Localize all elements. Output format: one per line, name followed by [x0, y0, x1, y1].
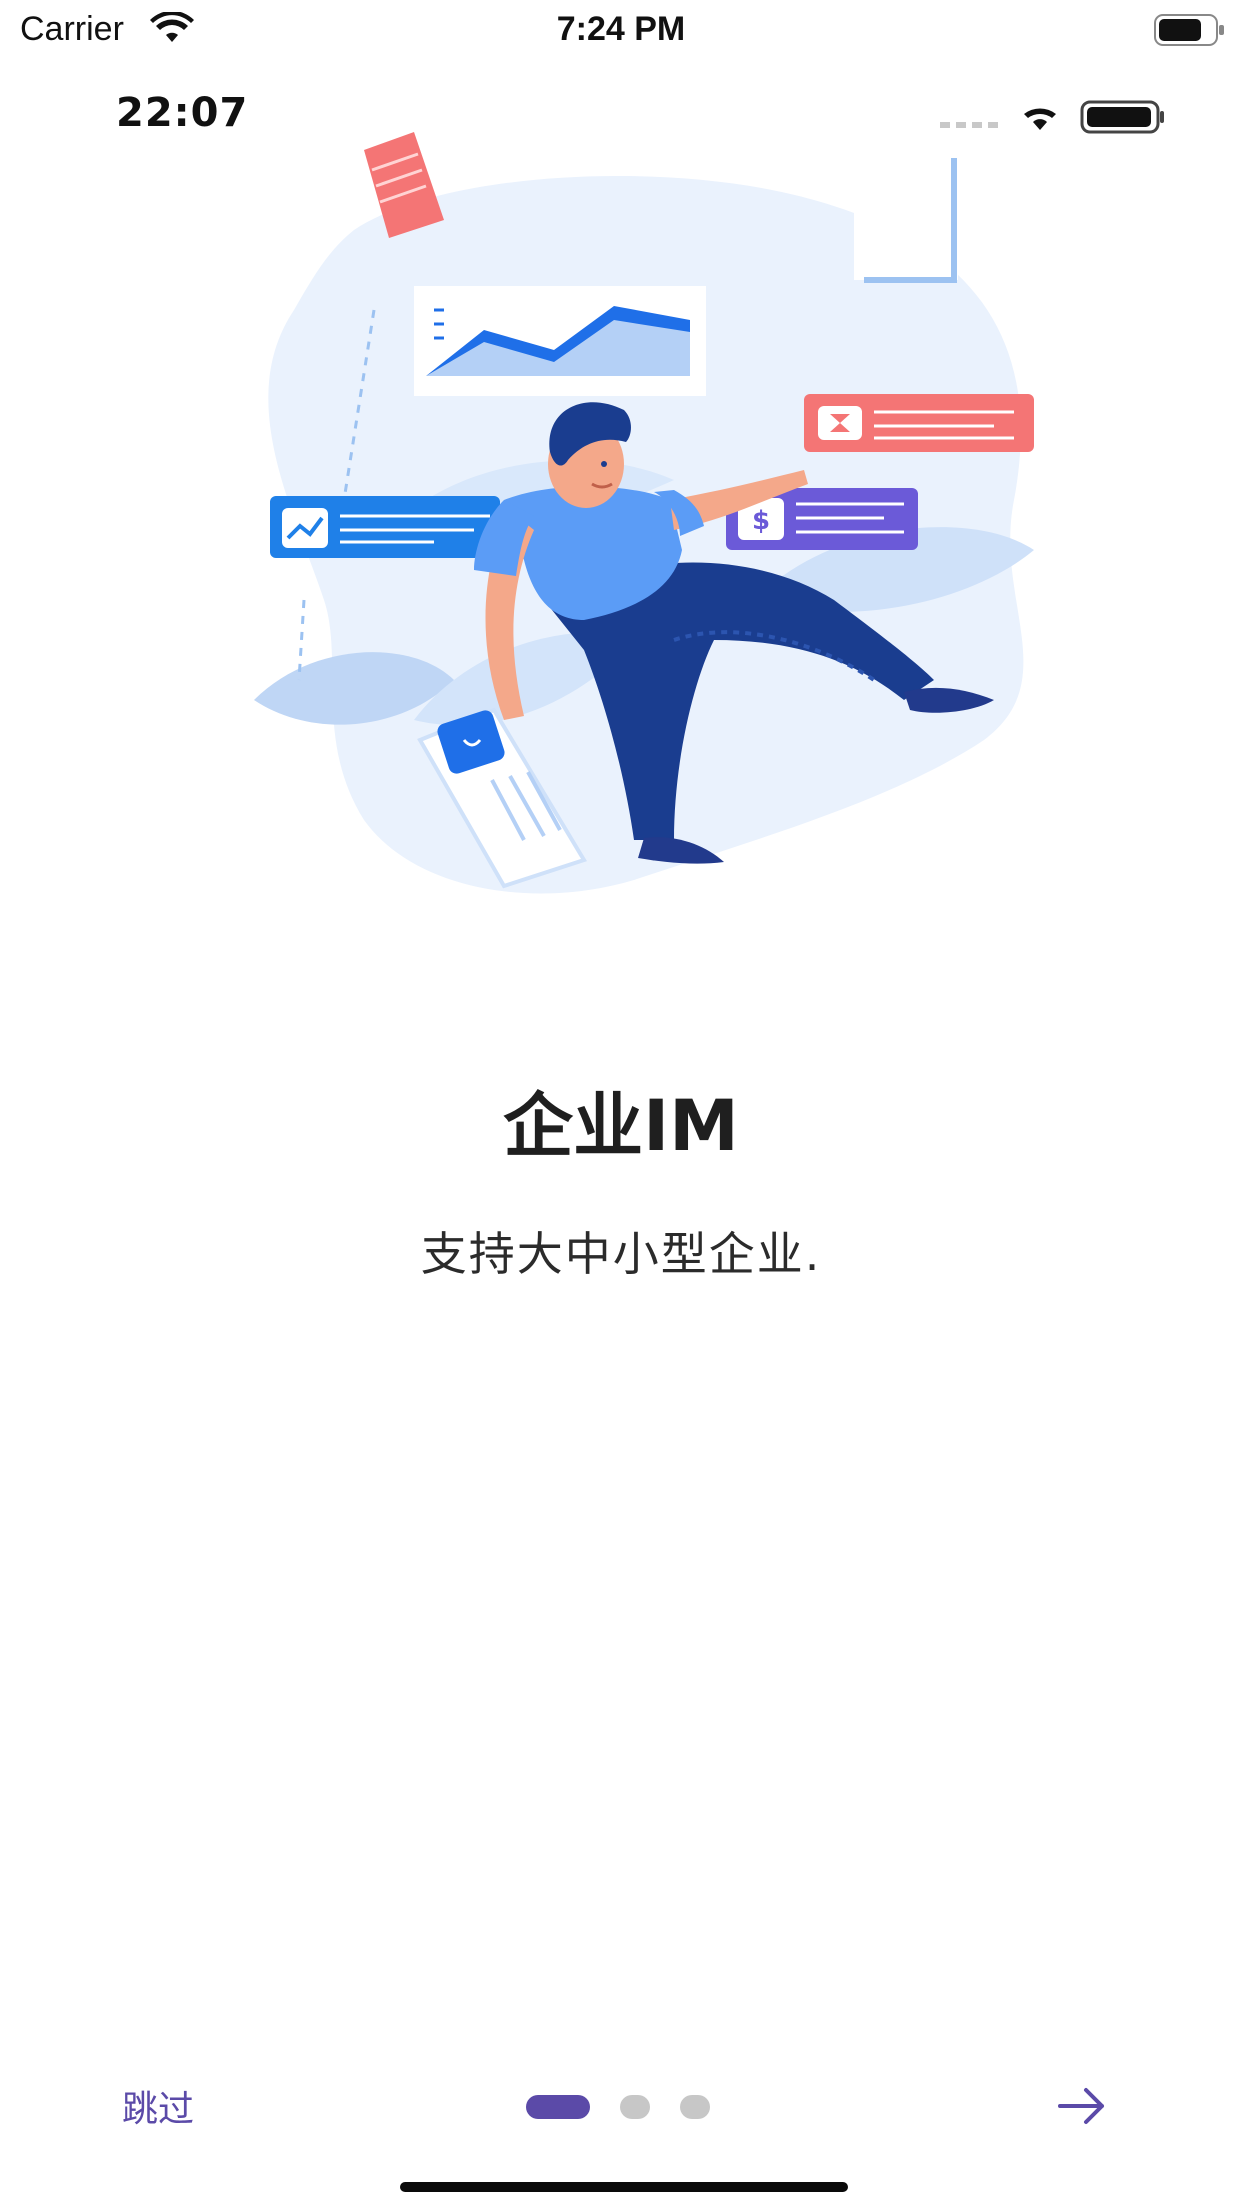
- page-dot-1[interactable]: [526, 2095, 590, 2119]
- skip-button[interactable]: 跳过: [122, 2080, 194, 2132]
- page-title: 企业IM: [503, 1085, 739, 1167]
- onboarding-screen: Carrier 7:24 PM $ 22:07 企业IM 支持大中小型企业. 跳…: [0, 0, 1242, 2208]
- arrow-right-icon[interactable]: [1054, 2078, 1110, 2134]
- device-clock: 7:24 PM: [556, 10, 686, 48]
- inner-wifi-icon: [1024, 108, 1056, 130]
- page-indicator: [526, 2092, 710, 2122]
- person-floating-illustration: $: [254, 100, 1164, 894]
- inner-screenshot-clock: 22:07: [116, 90, 249, 136]
- inner-signal-icon: [940, 122, 998, 128]
- page-dot-3[interactable]: [680, 2095, 710, 2119]
- inner-battery-icon: [1080, 100, 1164, 134]
- device-status-bar: Carrier 7:24 PM: [0, 0, 1242, 62]
- onboarding-illustration: $ 22:07: [114, 80, 1180, 1000]
- home-indicator[interactable]: [400, 2182, 848, 2192]
- battery-icon: [1154, 14, 1224, 46]
- svg-text:$: $: [752, 506, 770, 536]
- page-dot-2[interactable]: [620, 2095, 650, 2119]
- page-subtitle: 支持大中小型企业.: [420, 1227, 822, 1281]
